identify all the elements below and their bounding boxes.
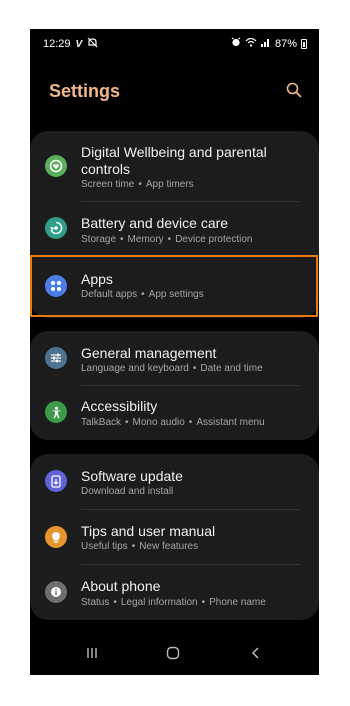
item-title: Tips and user manual [81,523,216,539]
settings-item-battery-device-care[interactable]: Battery and device care Storage • Memory • D… [30,201,319,255]
item-title: Software update [81,468,183,484]
accessibility-icon [45,401,67,423]
home-button[interactable] [161,643,185,663]
status-right: 87% [231,37,307,50]
alarm-icon [231,37,241,50]
item-title: Battery and device care [81,215,229,231]
item-title: General management [81,345,217,361]
battery-percent: 87% [274,37,297,50]
settings-item-about-phone[interactable]: About phone Status • Legal information • Pho… [30,564,319,620]
item-subtitle: Storage • Memory • Device protection [81,234,253,245]
v-app-icon: V [75,38,83,50]
status-left: 12:29 V [43,37,98,51]
header: Settings [30,69,319,113]
item-title: About phone [81,578,161,594]
search-icon [286,82,302,98]
wifi-icon [245,37,257,50]
item-subtitle: Useful tips • New features [81,541,199,552]
settings-item-accessibility[interactable]: Accessibility TalkBack • Mono audio • Assist… [30,385,319,440]
settings-item-tips-user-manual[interactable]: Tips and user manual Useful tips • New fea… [30,509,319,564]
item-subtitle: Status • Legal information • Phone name [81,597,266,608]
recents-icon [87,648,97,658]
item-title: Accessibility [81,398,158,414]
settings-item-software-update[interactable]: Software update Download and install [30,454,319,509]
info-icon [45,581,67,603]
tips-icon [45,526,67,548]
mute-icon [87,37,98,51]
settings-item-digital-wellbeing[interactable]: Digital Wellbeing and parental controls … [30,131,319,201]
status-bar: 12:29 V 87% [30,29,319,57]
highlight-frame [30,255,318,317]
item-subtitle: Language and keyboard • Date and time [81,363,263,374]
general-management-icon [45,347,67,369]
item-subtitle: TalkBack • Mono audio • Assistant menu [81,417,265,428]
home-icon [166,646,180,660]
software-update-icon [45,470,67,492]
settings-item-general-management[interactable]: General management Language and keyboard… [30,331,319,385]
search-button[interactable] [283,79,305,101]
back-icon [251,647,259,659]
item-subtitle: Download and install [81,486,174,497]
recents-button[interactable] [80,643,104,663]
status-time: 12:29 [43,38,71,50]
phone-screen: 12:29 V 87% Settings Digital Wellbeing a… [30,29,319,675]
page-title: Settings [49,81,121,101]
item-title: Digital Wellbeing and parental controls [81,144,267,177]
device-care-icon [45,217,67,239]
item-subtitle: Screen time • App timers [81,179,194,190]
battery-icon [301,38,307,49]
digital-wellbeing-icon [45,155,67,177]
navigation-bar [30,633,319,675]
signal-icon [260,37,271,50]
back-button[interactable] [244,643,268,663]
